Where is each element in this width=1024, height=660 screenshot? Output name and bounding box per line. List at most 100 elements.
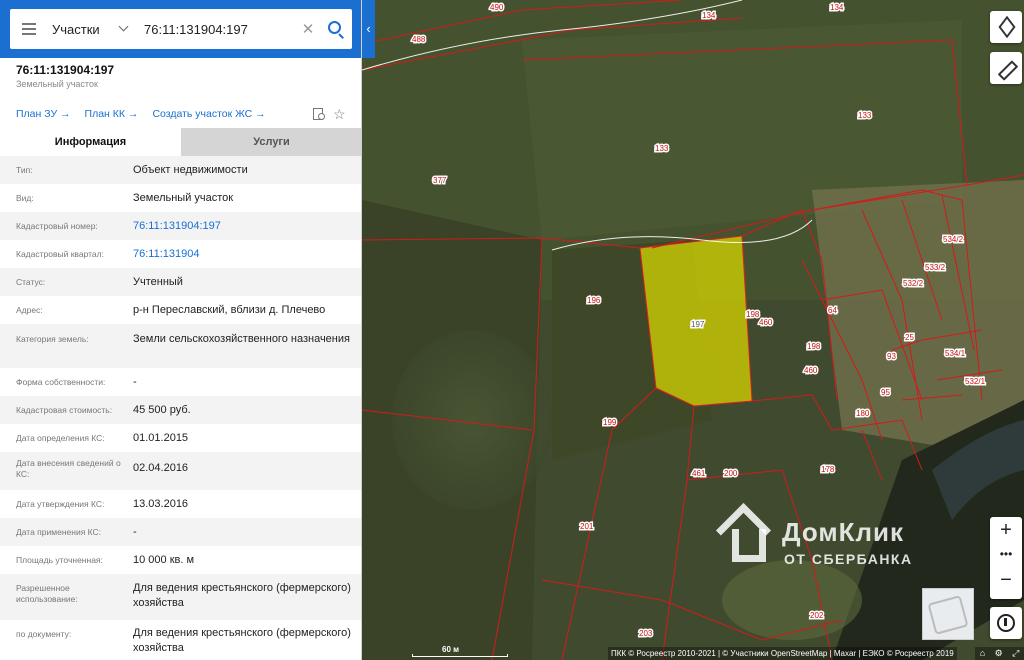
info-value: 02.04.2016: [133, 462, 189, 474]
info-panel: Участки 76:11:131904:197 ✕ 76:11:131904:…: [0, 0, 362, 660]
info-value: Для ведения крестьянского (фермерского) …: [133, 582, 351, 609]
info-value: 01.01.2015: [133, 432, 189, 444]
info-row: Статус: Учтенный: [0, 268, 361, 296]
info-row: Вид: Земельный участок: [0, 184, 361, 212]
info-key: Кадастровый номер:: [16, 221, 98, 231]
search-on-map-icon[interactable]: [312, 107, 326, 121]
parcel-label: 534/2: [943, 235, 964, 244]
panel-tabs: Информация Услуги: [0, 128, 361, 156]
app-root: 490 134 134 488 133 133 377 196 197 198 …: [0, 0, 1024, 660]
create-parcel-link[interactable]: Создать участок ЖС →: [152, 108, 265, 120]
parcel-label: 532/1: [965, 377, 986, 386]
parcel-label: 533/2: [925, 263, 946, 272]
parcel-label: 196: [587, 296, 601, 305]
info-value: 13.03.2016: [133, 498, 189, 510]
close-icon[interactable]: ✕: [298, 20, 318, 38]
parcel-label: 198: [746, 310, 760, 319]
scale-label: 60 м: [442, 645, 460, 654]
fullscreen-icon[interactable]: ⤢: [1012, 647, 1019, 660]
search-icon[interactable]: [318, 9, 352, 49]
cadastral-number-link[interactable]: 76:11:131904:197: [133, 219, 353, 234]
category-select[interactable]: Участки: [52, 22, 112, 37]
parcel-label: 532/2: [903, 279, 924, 288]
plan-kk-link[interactable]: План КК →: [85, 108, 139, 120]
house-logo-icon: [718, 507, 766, 562]
search-box: Участки 76:11:131904:197 ✕: [10, 9, 352, 49]
info-row: Площадь уточненная: 10 000 кв. м: [0, 546, 361, 574]
parcel-label: 197: [691, 320, 705, 329]
map-attribution: ПКК © Росреестр 2010-2021 | © Участники …: [608, 647, 957, 660]
info-key: Категория земель:: [16, 334, 89, 344]
info-key: Вид:: [16, 193, 34, 203]
parcel-label: 460: [804, 366, 818, 375]
info-value: р-н Переславский, вблизи д. Плечево: [133, 304, 326, 316]
domclick-watermark: ДомКлик ОТ СБЕРБАНКА: [716, 503, 930, 575]
watermark-title: ДомКлик: [782, 517, 904, 547]
info-key: Площадь уточненная:: [16, 555, 103, 565]
info-key: Дата утверждения КС:: [16, 499, 105, 509]
info-key: Кадастровая стоимость:: [16, 405, 113, 415]
plan-zu-link[interactable]: План ЗУ →: [16, 108, 71, 120]
parcel-label: 180: [856, 409, 870, 418]
info-value: Объект недвижимости: [133, 164, 248, 176]
info-value: -: [133, 526, 137, 538]
info-key: Дата внесения сведений о КС:: [16, 458, 121, 479]
info-key: Кадастровый квартал:: [16, 249, 104, 259]
collapse-panel-button[interactable]: ‹: [362, 0, 375, 58]
parcel-label: 490: [490, 3, 504, 12]
info-row: по документу: Для ведения крестьянского …: [0, 620, 361, 660]
info-row: Категория земель: Земли сельскохозяйстве…: [0, 324, 361, 368]
tab-services[interactable]: Услуги: [181, 128, 361, 156]
info-key: Дата применения КС:: [16, 527, 102, 537]
star-icon[interactable]: ☆: [333, 107, 347, 121]
menu-icon[interactable]: [10, 9, 44, 49]
tab-information[interactable]: Информация: [0, 128, 181, 156]
search-bar: Участки 76:11:131904:197 ✕: [0, 0, 361, 58]
settings-icon[interactable]: ⚙: [995, 647, 1003, 660]
layers-button[interactable]: [990, 11, 1022, 43]
info-value: 10 000 кв. м: [133, 554, 195, 566]
watermark-subtitle: ОТ СБЕРБАНКА: [784, 551, 913, 567]
info-row: Дата внесения сведений о КС: 02.04.2016: [0, 452, 361, 490]
compass-button[interactable]: [990, 607, 1022, 639]
info-row: Дата определения КС: 01.01.2015: [0, 424, 361, 452]
scale-bar: 60 м: [412, 645, 508, 659]
parcel-label: 202: [810, 611, 824, 620]
info-value: Земли сельскохозяйственного назначения: [133, 333, 350, 345]
info-row: Разрешенное использование: Для ведения к…: [0, 574, 361, 620]
scale-line: [412, 654, 508, 657]
parcel-label: 178: [821, 465, 835, 474]
search-input[interactable]: 76:11:131904:197: [144, 22, 298, 37]
info-value: Земельный участок: [133, 192, 234, 204]
parcel-label: 201: [580, 522, 594, 531]
ruler-button[interactable]: [990, 52, 1022, 84]
info-key: Форма собственности:: [16, 377, 106, 387]
parcel-label: 93: [887, 352, 896, 361]
parcel-label: 377: [433, 176, 447, 185]
parcel-label: 199: [603, 418, 617, 427]
info-key: Разрешенное использование:: [16, 583, 78, 604]
info-value: -: [133, 376, 137, 388]
zoom-out-button[interactable]: −: [990, 569, 1022, 592]
parcel-label: 534/1: [945, 349, 966, 358]
home-icon[interactable]: ⌂: [980, 647, 985, 660]
parcel-label: 461: [692, 469, 706, 478]
info-row: Адрес: р-н Переславский, вблизи д. Плече…: [0, 296, 361, 324]
minimap[interactable]: [922, 588, 974, 640]
zoom-in-button[interactable]: +: [990, 519, 1022, 542]
parcel-label: 203: [639, 629, 653, 638]
info-value: 45 500 руб.: [133, 404, 191, 416]
parcel-label: 198: [807, 342, 821, 351]
zoom-controls: + ••• −: [990, 517, 1022, 599]
chevron-down-icon[interactable]: [118, 22, 132, 36]
info-row: Форма собственности: -: [0, 368, 361, 396]
parcel-label: 133: [655, 144, 669, 153]
cadastral-quarter-link[interactable]: 76:11:131904: [133, 247, 353, 262]
zoom-more-button[interactable]: •••: [990, 547, 1022, 561]
info-row: Кадастровый квартал: 76:11:131904: [0, 240, 361, 268]
parcel-label: 134: [702, 11, 716, 20]
info-key: Адрес:: [16, 305, 43, 315]
attribution-icons: ⌂ ⚙ ⤢: [975, 647, 1024, 660]
parcel-label: 488: [412, 35, 426, 44]
parcel-label: 25: [905, 333, 914, 342]
